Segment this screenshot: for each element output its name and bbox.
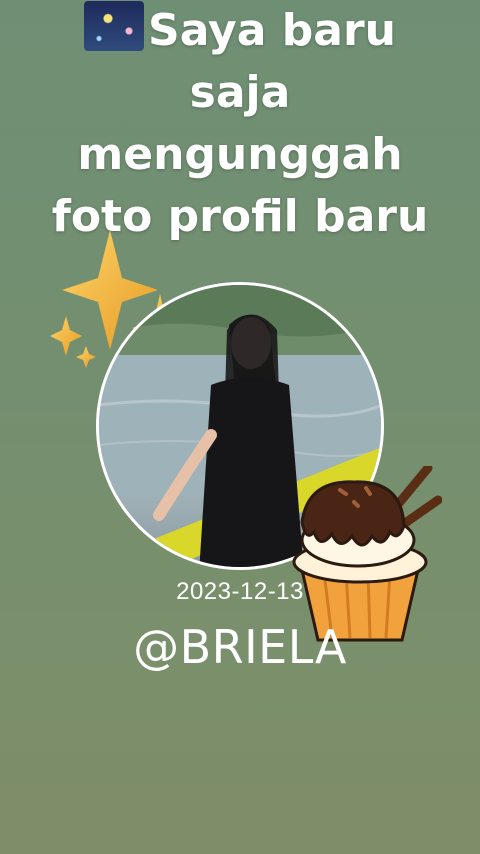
upload-date: 2023-12-13 xyxy=(176,578,304,605)
headline-line-2: saja xyxy=(189,67,291,118)
headline-line-3: mengunggah xyxy=(77,129,403,180)
fireworks-icon xyxy=(84,1,145,51)
headline-line-1-text: Saya baru xyxy=(148,5,396,56)
headline-line-1: Saya baru xyxy=(40,0,440,62)
username: @BRIELA xyxy=(133,620,347,674)
cupcake-sticker xyxy=(292,466,442,642)
headline-text: Saya baru saja mengunggah foto profil ba… xyxy=(40,0,440,248)
